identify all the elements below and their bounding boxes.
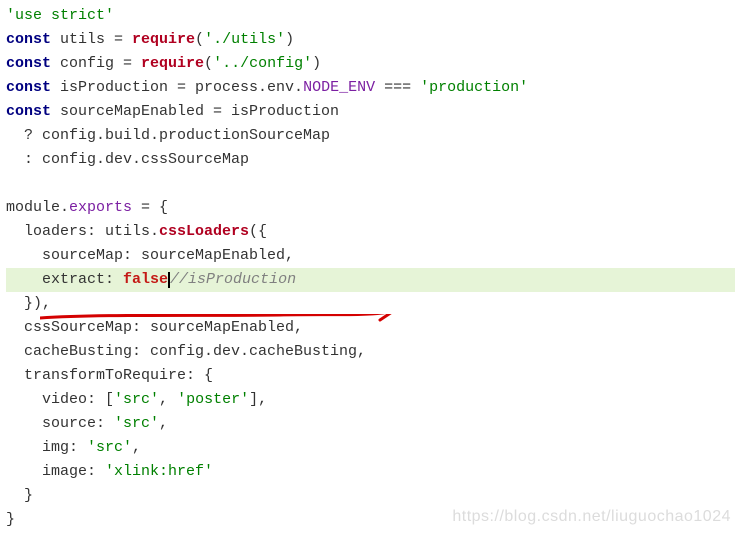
require-call: require (132, 31, 195, 48)
code-text: , (159, 391, 177, 408)
code-line: const config = require('../config') (6, 52, 735, 76)
code-line: cacheBusting: config.dev.cacheBusting, (6, 340, 735, 364)
code-text: utils = (51, 31, 132, 48)
code-text: source: (6, 415, 114, 432)
code-line: 'use strict' (6, 4, 735, 28)
code-text: ( (204, 55, 213, 72)
code-text: : config.dev.cssSourceMap (6, 151, 249, 168)
code-line: video: ['src', 'poster'], (6, 388, 735, 412)
highlighted-line: extract: false//isProduction (6, 268, 735, 292)
code-text: , (132, 439, 141, 456)
code-line: sourceMap: sourceMapEnabled, (6, 244, 735, 268)
code-text: loaders: utils. (6, 223, 159, 240)
code-text: config = (51, 55, 141, 72)
code-text: module. (6, 199, 69, 216)
require-call: require (141, 55, 204, 72)
code-text: ) (285, 31, 294, 48)
keyword-const: const (6, 31, 51, 48)
method-cssLoaders: cssLoaders (159, 223, 249, 240)
code-line: const utils = require('./utils') (6, 28, 735, 52)
code-text: ( (195, 31, 204, 48)
code-line: : config.dev.cssSourceMap (6, 148, 735, 172)
code-block: 'use strict' const utils = require('./ut… (6, 4, 735, 532)
code-text: sourceMap: sourceMapEnabled, (6, 247, 294, 264)
keyword-const: const (6, 79, 51, 96)
string-literal: '../config' (213, 55, 312, 72)
keyword-const: const (6, 55, 51, 72)
code-text: sourceMapEnabled = isProduction (51, 103, 339, 120)
code-text: isProduction = process.env. (51, 79, 303, 96)
code-text: } (6, 511, 15, 528)
code-line: const isProduction = process.env.NODE_EN… (6, 76, 735, 100)
string-literal: './utils' (204, 31, 285, 48)
code-line: } (6, 484, 735, 508)
code-text: ) (312, 55, 321, 72)
code-text: } (6, 487, 33, 504)
code-text: cacheBusting: config.dev.cacheBusting, (6, 343, 366, 360)
code-line: module.exports = { (6, 196, 735, 220)
code-text: cssSourceMap: sourceMapEnabled, (6, 319, 303, 336)
code-line: source: 'src', (6, 412, 735, 436)
code-line: cssSourceMap: sourceMapEnabled, (6, 316, 735, 340)
string-literal: 'src' (114, 391, 159, 408)
code-line: transformToRequire: { (6, 364, 735, 388)
code-text: = { (132, 199, 168, 216)
code-text: ({ (249, 223, 267, 240)
code-text: , (159, 415, 168, 432)
code-text: img: (6, 439, 87, 456)
code-text: === (375, 79, 420, 96)
code-line: image: 'xlink:href' (6, 460, 735, 484)
code-text: extract: (6, 271, 123, 288)
code-line-blank (6, 172, 735, 196)
exports: exports (69, 199, 132, 216)
code-line: const sourceMapEnabled = isProduction (6, 100, 735, 124)
code-text: ? config.build.productionSourceMap (6, 127, 330, 144)
string-literal: 'xlink:href' (105, 463, 213, 480)
code-line: loaders: utils.cssLoaders({ (6, 220, 735, 244)
code-text: ], (249, 391, 267, 408)
string-literal: 'src' (114, 415, 159, 432)
string-literal: 'use strict' (6, 7, 114, 24)
env-var: NODE_ENV (303, 79, 375, 96)
code-line: }), (6, 292, 735, 316)
string-literal: 'poster' (177, 391, 249, 408)
code-text: video: [ (6, 391, 114, 408)
code-text: image: (6, 463, 105, 480)
string-literal: 'src' (87, 439, 132, 456)
comment: //isProduction (170, 271, 296, 288)
code-text: transformToRequire: { (6, 367, 213, 384)
keyword-const: const (6, 103, 51, 120)
string-literal: 'production' (420, 79, 528, 96)
code-line: img: 'src', (6, 436, 735, 460)
boolean-false: false (123, 271, 168, 288)
code-text: }), (6, 295, 51, 312)
code-line: ? config.build.productionSourceMap (6, 124, 735, 148)
code-line: } (6, 508, 735, 532)
